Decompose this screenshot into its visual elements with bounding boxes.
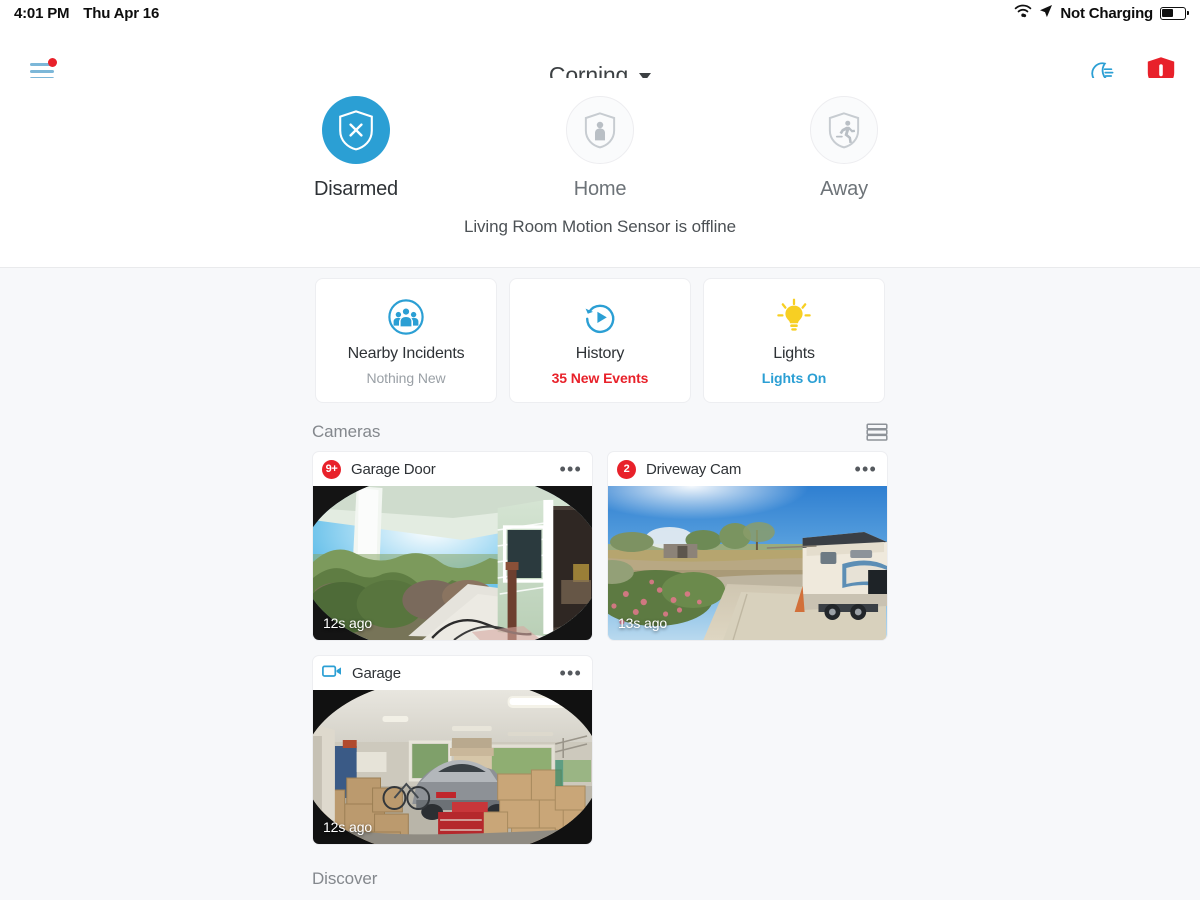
cameras-section-header: Cameras [312, 421, 888, 443]
camera-card-garage-door[interactable]: 9+ Garage Door ••• 12s ago [312, 451, 593, 641]
main-content: Nearby Incidents Nothing New History 35 … [0, 269, 1200, 900]
lightbulb-icon [775, 295, 813, 339]
list-layout-toggle-icon[interactable] [866, 421, 888, 443]
camera-name: Driveway Cam [646, 460, 742, 478]
arm-mode-label: Disarmed [314, 178, 398, 200]
camera-card-driveway-cam[interactable]: 2 Driveway Cam ••• 13s ago [607, 451, 888, 641]
quick-card-subtitle: Lights On [761, 370, 827, 386]
event-count-badge: 9+ [322, 459, 341, 479]
status-time: 4:01 PM [14, 4, 70, 22]
battery-status-label: Not Charging [1060, 4, 1153, 22]
camera-name: Garage Door [351, 460, 436, 478]
shield-person-icon [566, 96, 634, 164]
camera-thumbnail-porch[interactable]: 12s ago [313, 486, 592, 640]
battery-icon [1160, 6, 1189, 20]
wifi-icon [1014, 4, 1032, 22]
app-root: 4:01 PM Thu Apr 16 Not Charging Corning [0, 0, 1200, 900]
arm-mode-away[interactable]: Away [769, 96, 919, 201]
camera-grid: 9+ Garage Door ••• 12s ago 2 Driveway Ca… [312, 451, 888, 845]
camera-device-icon [322, 664, 342, 683]
system-status-message: Living Room Motion Sensor is offline [463, 217, 736, 236]
arming-section: Disarmed Home Away Living Room Motion Se… [0, 78, 1200, 268]
quick-actions-row: Nearby Incidents Nothing New History 35 … [0, 269, 1200, 403]
quick-card-lights[interactable]: Lights Lights On [703, 278, 885, 403]
camera-thumbnail-driveway[interactable]: 13s ago [608, 486, 887, 640]
camera-timestamp: 13s ago [618, 615, 668, 631]
arming-mode-row: Disarmed Home Away [0, 78, 1200, 201]
app-navbar: Corning [0, 26, 1200, 89]
ios-status-bar: 4:01 PM Thu Apr 16 Not Charging [0, 0, 1200, 26]
quick-card-title: History [575, 345, 625, 362]
quick-card-subtitle: Nothing New [366, 370, 446, 386]
nearby-incidents-people-icon [388, 295, 424, 339]
quick-card-nearby-incidents[interactable]: Nearby Incidents Nothing New [315, 278, 497, 403]
event-count-badge: 2 [617, 459, 636, 479]
camera-card-header: 9+ Garage Door ••• [313, 452, 592, 486]
history-replay-icon [582, 295, 618, 339]
cameras-section-title: Cameras [312, 422, 381, 441]
more-options-icon[interactable]: ••• [559, 460, 582, 478]
quick-card-subtitle: 35 New Events [551, 370, 649, 386]
arm-mode-disarmed[interactable]: Disarmed [281, 96, 431, 201]
camera-timestamp: 12s ago [323, 615, 373, 631]
arm-mode-label: Home [573, 178, 627, 200]
quick-card-title: Nearby Incidents [347, 345, 465, 362]
more-options-icon[interactable]: ••• [854, 460, 877, 478]
camera-card-header: Garage ••• [313, 656, 592, 690]
camera-card-header: 2 Driveway Cam ••• [608, 452, 887, 486]
shield-x-icon [322, 96, 390, 164]
camera-name: Garage [352, 664, 401, 682]
arm-mode-label: Away [820, 178, 868, 200]
quick-card-title: Lights [773, 345, 815, 362]
status-date: Thu Apr 16 [83, 4, 160, 22]
arm-mode-home[interactable]: Home [525, 96, 675, 201]
camera-timestamp: 12s ago [323, 819, 373, 835]
camera-card-garage[interactable]: Garage ••• 12s ago [312, 655, 593, 845]
discover-section-title: Discover [312, 869, 378, 888]
shield-running-person-icon [810, 96, 878, 164]
location-arrow-icon [1039, 4, 1053, 22]
more-options-icon[interactable]: ••• [559, 664, 582, 682]
quick-card-history[interactable]: History 35 New Events [509, 278, 691, 403]
camera-thumbnail-garage[interactable]: 12s ago [313, 690, 592, 844]
